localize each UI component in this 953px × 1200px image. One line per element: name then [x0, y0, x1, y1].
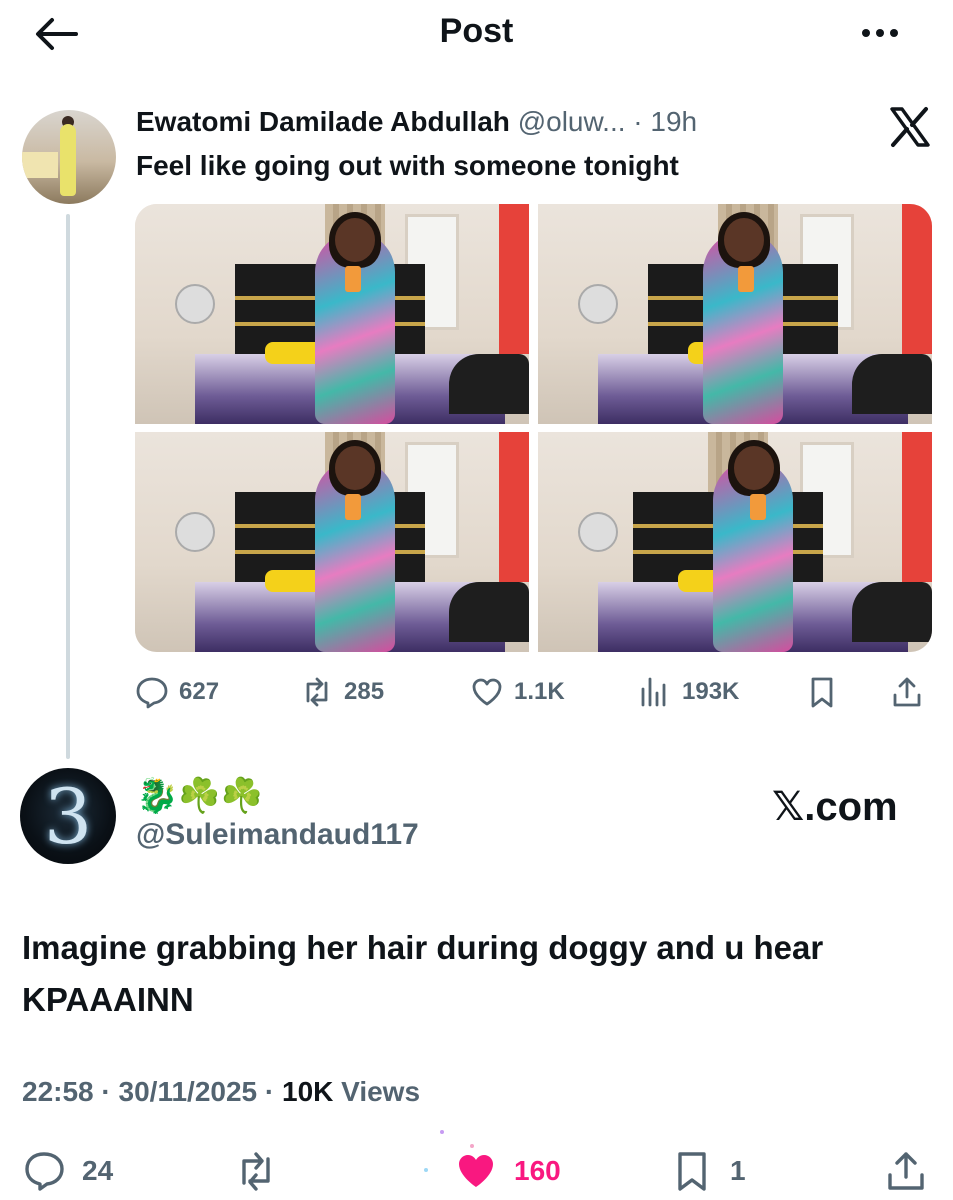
- heart-icon: [472, 678, 502, 706]
- reply-icon: [136, 677, 168, 709]
- media-photo-4[interactable]: [538, 432, 932, 652]
- bookmark-count: 1: [730, 1155, 746, 1186]
- reply-post-actions: 24 160 1: [0, 1130, 953, 1196]
- media-photo-3[interactable]: [135, 432, 529, 652]
- repost-button[interactable]: [234, 1146, 294, 1196]
- quoted-author-name[interactable]: Ewatomi Damilade Abdullah: [136, 106, 510, 137]
- quoted-author-handle-time: @oluw... · 19h: [517, 106, 698, 137]
- post-date: 30/11/2025: [118, 1076, 258, 1107]
- post-time: 22:58: [22, 1076, 94, 1107]
- share-icon: [893, 677, 921, 707]
- quoted-reply-button[interactable]: 627: [135, 668, 219, 716]
- media-photo-1[interactable]: [135, 204, 529, 424]
- quoted-repost-button[interactable]: 285: [300, 668, 384, 716]
- avatar-graphic: 3: [43, 771, 93, 861]
- reply-post-text: Imagine grabbing her hair during doggy a…: [22, 929, 824, 1018]
- quoted-like-button[interactable]: 1.1K: [470, 668, 565, 716]
- views-count: 10K: [282, 1076, 334, 1107]
- quoted-share-button[interactable]: [890, 668, 934, 716]
- quoted-bookmark-button[interactable]: [805, 668, 849, 716]
- like-count: 160: [514, 1155, 561, 1186]
- post-metadata: 22:58 · 30/11/2025 · 10K Views: [22, 1076, 421, 1107]
- reply-button[interactable]: 24: [22, 1146, 113, 1196]
- bookmark-button[interactable]: 1: [670, 1146, 746, 1196]
- x-logo-icon[interactable]: [888, 106, 932, 148]
- reply-icon: [25, 1152, 64, 1191]
- page-title: Post: [439, 12, 514, 50]
- reply-author-handle[interactable]: @Suleimandaud117: [136, 818, 419, 852]
- media-photo-2[interactable]: [538, 204, 932, 424]
- quoted-like-count: 1.1K: [514, 678, 565, 705]
- share-button[interactable]: [884, 1146, 944, 1196]
- thread-line: [66, 214, 70, 759]
- bookmark-icon: [811, 677, 833, 708]
- x-com-watermark: 𝕏.com: [772, 785, 898, 829]
- reply-display-name[interactable]: 🐉☘️☘️: [136, 776, 263, 816]
- quoted-reply-count: 627: [179, 678, 220, 705]
- quoted-views-button[interactable]: 193K: [638, 668, 739, 716]
- quoted-repost-count: 285: [344, 678, 385, 705]
- bookmark-icon: [678, 1152, 706, 1191]
- quoted-author-avatar[interactable]: [22, 110, 116, 204]
- more-options-button[interactable]: [852, 18, 908, 48]
- share-icon: [888, 1152, 924, 1190]
- reply-author-avatar[interactable]: 3: [20, 768, 116, 864]
- repost-icon: [306, 677, 328, 707]
- quoted-post-actions: 627 285 1.1K 193K: [135, 668, 932, 716]
- views-label: Views: [341, 1076, 421, 1107]
- repost-icon: [242, 1152, 270, 1191]
- more-horizontal-icon: [862, 29, 870, 37]
- heart-filled-icon: [459, 1155, 493, 1187]
- quoted-author-line: Ewatomi Damilade Abdullah @oluw... · 19h: [136, 106, 697, 138]
- quoted-views-count: 193K: [682, 678, 740, 705]
- like-button[interactable]: 160: [454, 1146, 561, 1196]
- quoted-post-text: Feel like going out with someone tonight: [136, 150, 679, 181]
- media-grid: [135, 204, 932, 652]
- views-chart-icon: [641, 677, 666, 707]
- reply-count: 24: [82, 1155, 114, 1186]
